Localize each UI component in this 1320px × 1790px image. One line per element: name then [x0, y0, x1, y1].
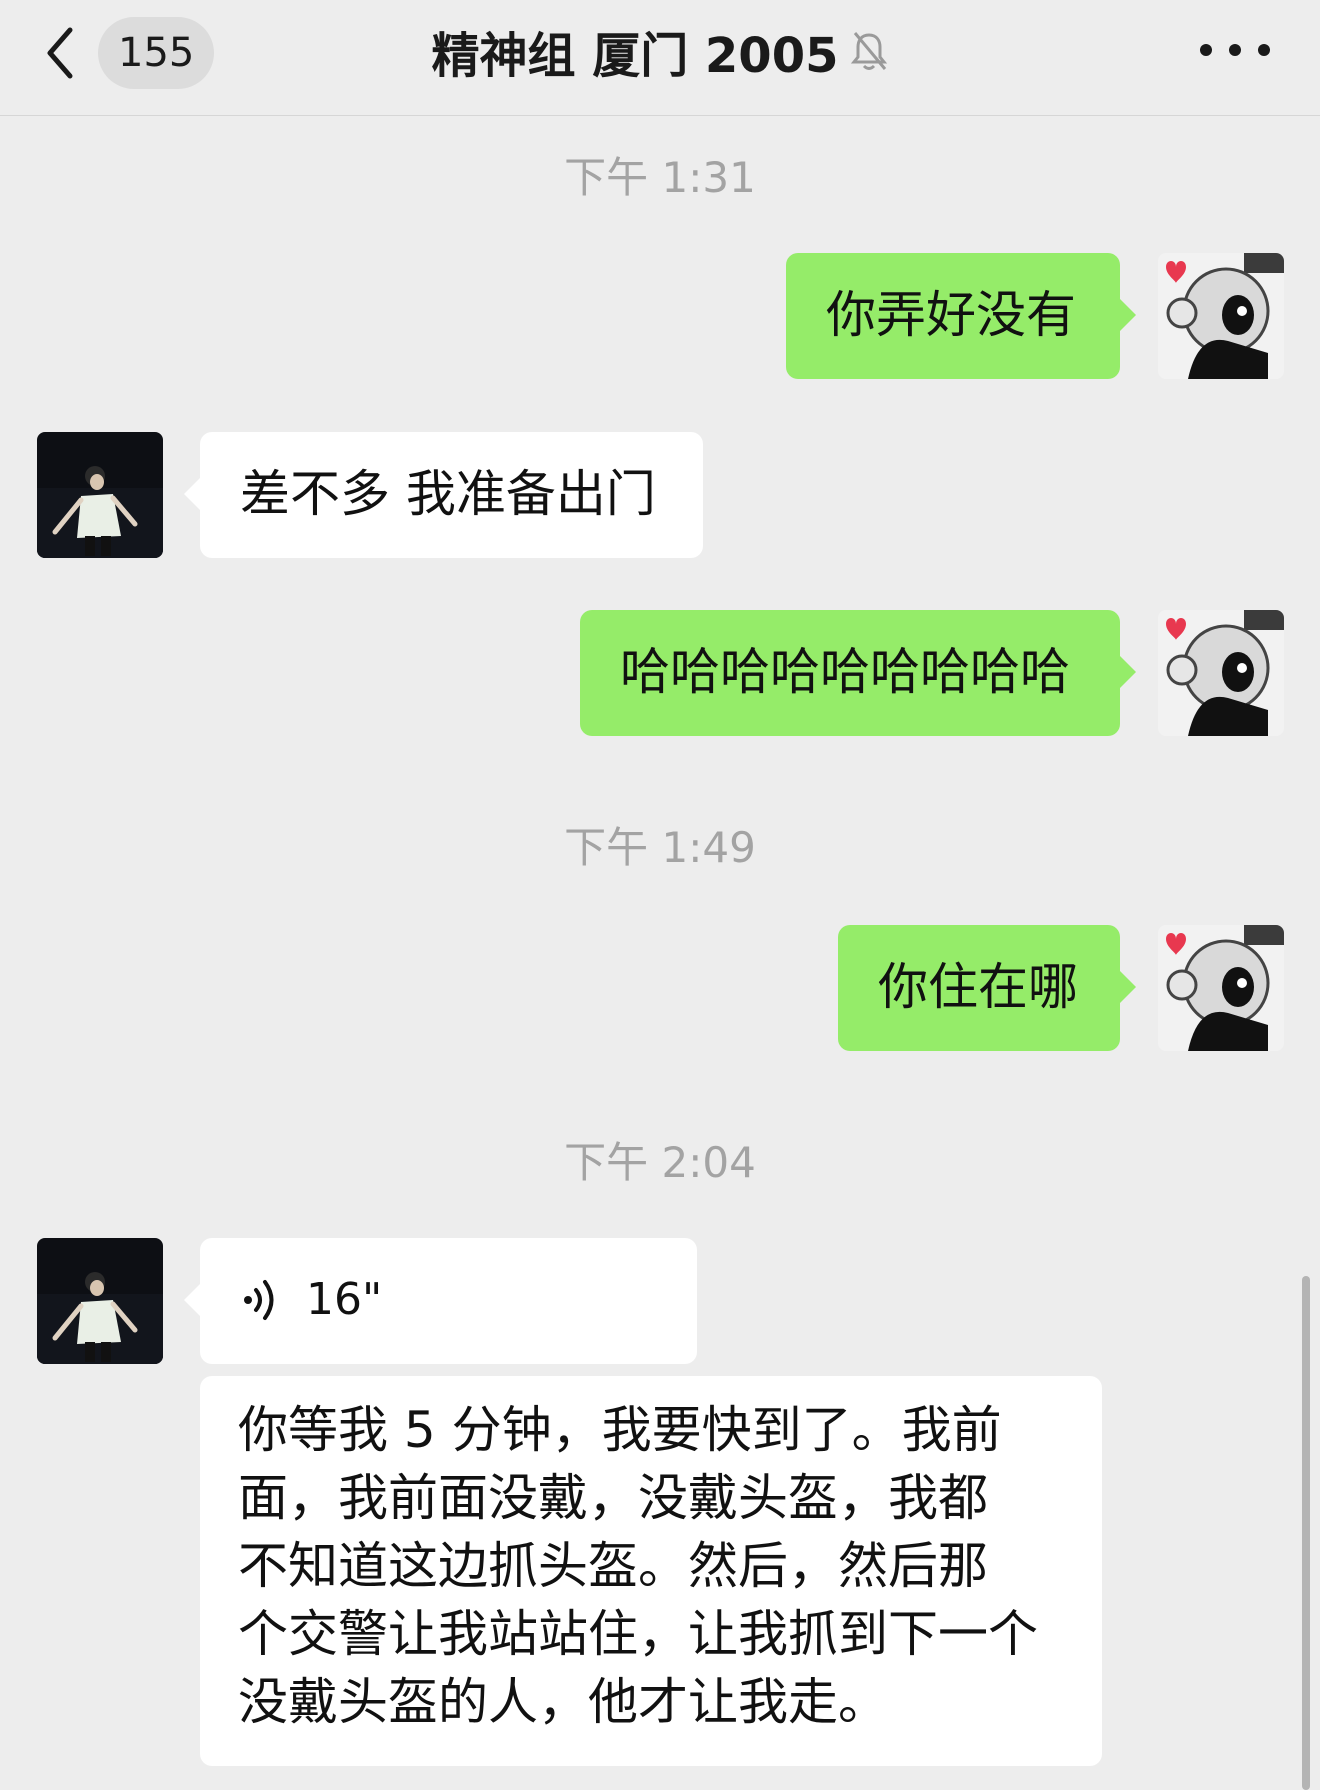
chat-header: 155 精神组 厦门 2005: [0, 0, 1320, 116]
sent-message-bubble[interactable]: 哈哈哈哈哈哈哈哈哈: [580, 610, 1136, 736]
sent-message-bubble[interactable]: 你弄好没有: [786, 253, 1136, 379]
chat-title: 精神组 厦门 2005: [431, 28, 839, 84]
timestamp: 下午 1:31: [564, 153, 756, 202]
cartoon-avatar-icon: [1158, 253, 1284, 379]
my-avatar[interactable]: [1158, 610, 1284, 736]
chat-title-area: 精神组 厦门 2005: [300, 16, 1020, 86]
voice-duration: 16": [306, 1274, 383, 1325]
transcript-line: 个交警让我站站住，让我抓到下一个: [238, 1605, 1038, 1663]
voice-wave-icon: [244, 1280, 274, 1320]
transcript-line: 面，我前面没戴，没戴头盔，我都: [238, 1469, 988, 1527]
voice-message-content: 16": [240, 1266, 657, 1334]
message-text: 差不多 我准备出门: [240, 465, 656, 523]
received-message-bubble[interactable]: 差不多 我准备出门: [184, 432, 703, 558]
message-text: 你住在哪: [878, 958, 1078, 1016]
timestamp: 下午 2:04: [564, 1138, 756, 1187]
person-photo-avatar-icon: [37, 432, 163, 558]
unread-count-badge: 155: [98, 17, 215, 89]
more-dot: [1200, 44, 1212, 56]
cartoon-avatar-icon: [1158, 610, 1284, 736]
transcript-line: 没戴头盔的人，他才让我走。: [238, 1673, 888, 1731]
sent-message-bubble[interactable]: 你住在哪: [838, 925, 1136, 1051]
message-text: 你弄好没有: [826, 286, 1076, 344]
contact-avatar[interactable]: [37, 432, 163, 558]
contact-avatar[interactable]: [37, 1238, 163, 1364]
transcript-line: 你等我 5 分钟，我要快到了。我前: [238, 1401, 1002, 1459]
transcript-line: 不知道这边抓头盔。然后，然后那: [238, 1537, 988, 1595]
back-button[interactable]: 155: [40, 17, 240, 89]
my-avatar[interactable]: [1158, 253, 1284, 379]
message-text: 哈哈哈哈哈哈哈哈哈: [620, 643, 1070, 701]
more-dot: [1229, 44, 1241, 56]
cartoon-avatar-icon: [1158, 925, 1284, 1051]
more-options-button[interactable]: [1200, 30, 1270, 70]
timestamp: 下午 1:49: [564, 823, 756, 872]
scrollbar[interactable]: [1302, 1276, 1310, 1790]
voice-transcript-bubble[interactable]: 你等我 5 分钟，我要快到了。我前 面，我前面没戴，没戴头盔，我都 不知道这边抓…: [200, 1376, 1102, 1766]
voice-message-bubble[interactable]: 16": [184, 1238, 697, 1364]
chevron-left-icon: [47, 27, 73, 79]
person-photo-avatar-icon: [37, 1238, 163, 1364]
my-avatar[interactable]: [1158, 925, 1284, 1051]
more-dot: [1258, 44, 1270, 56]
bell-muted-icon: [850, 32, 887, 70]
